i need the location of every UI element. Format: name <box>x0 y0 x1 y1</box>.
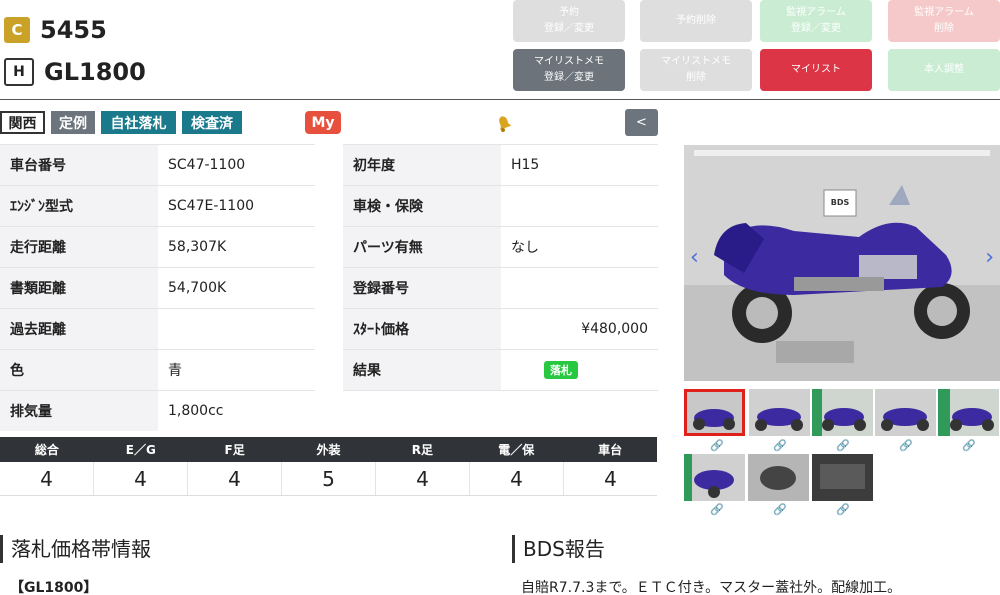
thumbnail-4[interactable] <box>875 389 936 436</box>
grade-header: E／G <box>125 443 156 457</box>
reservation-edit-button[interactable]: 予約 登録／変更 <box>513 0 625 42</box>
my-badge[interactable]: My <box>305 111 341 134</box>
thumbnail-3[interactable] <box>812 389 873 436</box>
regular-tag: 定例 <box>51 111 95 134</box>
thumbnail-8[interactable] <box>812 454 873 501</box>
thumbnail-6[interactable] <box>684 454 745 501</box>
result-sold-badge: 落札 <box>544 361 578 379</box>
engine-type-label: ｴﾝｼﾞﾝ型式 <box>0 186 158 226</box>
thumbnail-1[interactable] <box>684 389 745 436</box>
back-button[interactable]: < <box>625 109 658 136</box>
next-image-arrow-icon[interactable]: › <box>985 245 994 270</box>
grade-header: F足 <box>224 443 245 457</box>
header-divider <box>0 99 1000 100</box>
link-icon[interactable]: 🔗 <box>962 439 976 452</box>
grade-value: 4 <box>94 462 188 495</box>
own-bid-tag: 自社落札 <box>101 111 176 134</box>
parts-value: なし <box>511 240 539 256</box>
thumbnail-7[interactable] <box>748 454 809 501</box>
grade-header: 車台 <box>598 443 623 457</box>
parts-label: パーツ有無 <box>343 227 501 267</box>
first-year-value: H15 <box>511 157 540 173</box>
first-year-label: 初年度 <box>343 145 501 185</box>
engine-type-value: SC47E-1100 <box>168 198 255 214</box>
grade-header: 外装 <box>316 443 341 457</box>
color-label: 色 <box>0 350 158 390</box>
past-mileage-label: 過去距離 <box>0 309 158 349</box>
start-price-label: ｽﾀｰﾄ価格 <box>343 309 501 349</box>
registration-number-value <box>501 268 658 308</box>
link-icon[interactable]: 🔗 <box>773 439 787 452</box>
prev-image-arrow-icon[interactable]: ‹ <box>690 245 699 270</box>
bds-report-section-title: BDS報告 <box>512 535 605 563</box>
main-vehicle-photo[interactable]: BDS ‹ › <box>684 145 1000 381</box>
region-tag: 関西 <box>0 111 45 134</box>
mylist-memo-delete-button[interactable]: マイリストメモ 削除 <box>640 49 752 91</box>
mylist-memo-edit-button[interactable]: マイリストメモ 登録／変更 <box>513 49 625 91</box>
bds-sign-text: BDS <box>831 198 850 207</box>
inspected-tag: 検査済 <box>182 111 242 134</box>
grade-header: 電／保 <box>498 443 535 457</box>
grade-header: 総合 <box>34 443 59 457</box>
inspection-insurance-value <box>501 186 658 226</box>
link-icon[interactable]: 🔗 <box>773 503 787 516</box>
grade-value-row: 4 4 4 5 4 4 4 <box>0 462 657 496</box>
mileage-value: 58,307K <box>168 239 227 255</box>
bell-icon[interactable] <box>494 113 514 137</box>
inspection-insurance-label: 車検・保険 <box>343 186 501 226</box>
document-mileage-label: 書類距離 <box>0 268 158 308</box>
link-icon[interactable]: 🔗 <box>836 503 850 516</box>
link-icon[interactable]: 🔗 <box>899 439 913 452</box>
registration-number-label: 登録番号 <box>343 268 501 308</box>
grade-header-row: 総合 E／G F足 外装 R足 電／保 車台 <box>0 437 657 462</box>
category-h-badge: H <box>4 58 34 86</box>
past-mileage-value <box>158 309 315 349</box>
watch-alarm-edit-button[interactable]: 監視アラーム 登録／変更 <box>760 0 872 42</box>
mileage-label: 走行距離 <box>0 227 158 267</box>
displacement-label: 排気量 <box>0 391 158 431</box>
link-icon[interactable]: 🔗 <box>710 439 724 452</box>
link-icon[interactable]: 🔗 <box>710 503 724 516</box>
model-name: GL1800 <box>44 58 146 86</box>
document-mileage-value: 54,700K <box>168 280 227 296</box>
watch-alarm-delete-button[interactable]: 監視アラーム 削除 <box>888 0 1000 42</box>
grade-value: 4 <box>470 462 564 495</box>
mylist-button[interactable]: マイリスト <box>760 49 872 91</box>
lot-number: 5455 <box>40 16 107 44</box>
reservation-delete-button[interactable]: 予約削除 <box>640 0 752 42</box>
displacement-value: 1,800cc <box>168 403 224 419</box>
grade-value: 4 <box>188 462 282 495</box>
color-value: 青 <box>168 363 182 379</box>
chassis-number-value: SC47-1100 <box>168 157 246 173</box>
thumbnail-2[interactable] <box>749 389 810 436</box>
grade-header: R足 <box>411 443 433 457</box>
start-price-value: ¥480,000 <box>581 321 648 337</box>
grade-value: 4 <box>376 462 470 495</box>
self-adjust-button[interactable]: 本人調整 <box>888 49 1000 91</box>
result-label: 結果 <box>343 350 501 390</box>
grade-value: 5 <box>282 462 376 495</box>
grade-value: 4 <box>604 466 617 491</box>
category-c-badge: C <box>4 17 30 43</box>
chassis-number-label: 車台番号 <box>0 145 158 185</box>
report-text: 自賠R7.7.3まで。ＥＴＣ付き。マスター蓋社外。配線加工。 <box>521 580 902 595</box>
grade-value: 4 <box>0 462 94 495</box>
price-range-section-title: 落札価格帯情報 <box>0 535 151 563</box>
link-icon[interactable]: 🔗 <box>836 439 850 452</box>
thumbnail-5[interactable] <box>938 389 999 436</box>
model-tag-text: 【GL1800】 <box>10 580 98 595</box>
